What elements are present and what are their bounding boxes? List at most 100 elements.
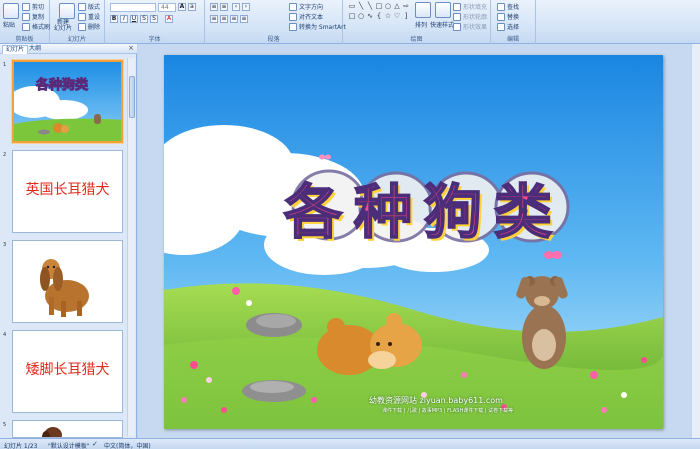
copy-button[interactable]: 复制 xyxy=(22,12,44,21)
shape-fill-button[interactable]: 形状填充 xyxy=(453,2,487,11)
select-button[interactable]: 选择 xyxy=(497,22,519,31)
thumb-number: 4 xyxy=(3,332,7,338)
reset-button[interactable]: 重设 xyxy=(78,12,100,21)
font-size-combo[interactable]: 44 xyxy=(158,3,176,12)
slides-label: 幻灯片 xyxy=(67,36,86,43)
new-slide-icon[interactable] xyxy=(59,3,75,19)
format-painter-button[interactable]: 格式刷 xyxy=(22,22,50,31)
slide-title[interactable]: 各种狗类 xyxy=(283,165,584,249)
shape-heart-icon[interactable]: ♡ xyxy=(393,12,401,20)
font-label: 字体 xyxy=(148,36,161,43)
align-center-icon[interactable]: ≡ xyxy=(220,15,228,23)
status-bar: 幻灯片 1/23 "默认设计模板" ✓ 中文(简体，中国) xyxy=(0,438,700,449)
grow-font-icon[interactable]: A xyxy=(178,3,186,11)
cut-button[interactable]: 剪切 xyxy=(22,2,44,11)
binoculars-icon xyxy=(497,2,505,11)
shape-arrow-icon[interactable]: ⇨ xyxy=(402,2,410,10)
shape-textbox-icon[interactable]: ▭ xyxy=(348,2,356,10)
bold-button[interactable]: B xyxy=(110,15,118,23)
slide-thumbnail-5[interactable] xyxy=(12,420,123,438)
brush-icon xyxy=(22,22,30,31)
shape-oval-icon[interactable]: ○ xyxy=(357,12,365,20)
quick-styles-button[interactable]: 快速样式 xyxy=(430,20,454,29)
spaniel-dog-icon xyxy=(40,259,89,317)
tab-slides[interactable]: 幻灯片 xyxy=(2,45,29,54)
thumb-number: 1 xyxy=(3,62,7,68)
replace-button[interactable]: 替换 xyxy=(497,12,519,21)
watermark-line-1: 幼教资源网站 ziyuan.baby611.com xyxy=(369,396,503,405)
fill-bucket-icon xyxy=(453,2,461,11)
shape-rect-icon[interactable]: □ xyxy=(375,2,383,10)
language-indicator: 中文(简体，中国) xyxy=(104,443,151,449)
thumbnail-scrollbar[interactable] xyxy=(127,58,135,436)
font-color-icon[interactable]: A xyxy=(165,15,173,23)
paste-button[interactable]: 粘贴 xyxy=(3,20,15,29)
text-direction-button[interactable]: 文字方向 xyxy=(289,2,323,11)
find-button[interactable]: 查找 xyxy=(497,2,519,11)
shape-effects-button[interactable]: 形状效果 xyxy=(453,22,487,31)
slide-counter: 幻灯片 1/23 xyxy=(4,443,38,449)
shape-bracket-icon[interactable]: ] xyxy=(402,12,410,20)
slides-group: 新建 幻灯片 版式 重设 删除 幻灯片 xyxy=(50,0,105,44)
font-name-combo[interactable] xyxy=(110,3,156,12)
shape-rect-icon[interactable]: □ xyxy=(348,12,356,20)
spellcheck-icon[interactable]: ✓ xyxy=(92,440,98,448)
align-text-icon xyxy=(289,12,297,21)
italic-button[interactable]: I xyxy=(120,15,128,23)
tab-outline[interactable]: 大纲 xyxy=(26,45,44,54)
shape-line-icon[interactable]: ╲ xyxy=(366,2,374,10)
strikethrough-button[interactable]: S xyxy=(140,15,148,23)
slide-thumbnail-4[interactable]: 矮脚长耳猎犬 xyxy=(12,330,123,413)
arrange-icon[interactable] xyxy=(415,2,431,18)
copy-icon xyxy=(22,12,30,21)
font-group: 44 A a B I U S S A 字体 xyxy=(105,0,205,44)
editing-group: 查找 替换 选择 编辑 xyxy=(491,0,536,44)
align-left-icon[interactable]: ≡ xyxy=(210,15,218,23)
current-slide[interactable]: 各种狗类 幼教资源网站 ziyuan.baby611.com 课件下载 | 儿歌… xyxy=(164,55,663,429)
increase-indent-icon[interactable]: › xyxy=(242,3,250,11)
align-right-icon[interactable]: ≡ xyxy=(230,15,238,23)
ribbon: 粘贴 剪切 复制 格式刷 剪贴板 新建 幻灯片 版式 重设 删除 幻灯片 44 … xyxy=(0,0,700,44)
numbering-icon[interactable]: ≡ xyxy=(220,3,228,11)
text-direction-icon xyxy=(289,2,297,11)
decrease-indent-icon[interactable]: ‹ xyxy=(232,3,240,11)
smartart-button[interactable]: 转换为 SmartArt xyxy=(289,22,346,31)
shape-star-icon[interactable]: ☆ xyxy=(384,12,392,20)
slide-vertical-scrollbar[interactable] xyxy=(691,44,700,438)
drawing-label: 绘图 xyxy=(410,36,423,43)
shape-oval-icon[interactable]: ○ xyxy=(384,2,392,10)
pen-icon xyxy=(453,12,461,21)
delete-slide-button[interactable]: 删除 xyxy=(78,22,100,31)
thumb-number: 2 xyxy=(3,152,7,158)
slide-thumbnail-1[interactable]: 各种狗类 xyxy=(12,60,123,143)
slide-thumbnail-3[interactable] xyxy=(12,240,123,323)
paragraph-label: 段落 xyxy=(267,36,280,43)
shape-triangle-icon[interactable]: △ xyxy=(393,2,401,10)
thumb-4-text: 矮脚长耳猎犬 xyxy=(25,362,110,378)
slide-thumbnail-2[interactable]: 英国长耳猎犬 xyxy=(12,150,123,233)
delete-icon xyxy=(78,22,86,31)
cursor-icon xyxy=(497,22,505,31)
shape-brace-icon[interactable]: { xyxy=(375,12,383,20)
underline-button[interactable]: U xyxy=(130,15,138,23)
theme-name: "默认设计模板" xyxy=(48,443,90,449)
scrollbar-thumb[interactable] xyxy=(129,76,135,118)
new-slide-button[interactable]: 新建 幻灯片 xyxy=(54,20,72,32)
align-text-button[interactable]: 对齐文本 xyxy=(289,12,323,21)
bullets-icon[interactable]: ≡ xyxy=(210,3,218,11)
shape-line-icon[interactable]: ╲ xyxy=(357,2,365,10)
drawing-group: ▭ ╲ ╲ □ ○ △ ⇨ □ ○ ∿ { ☆ ♡ ] 排列 快速样式 形状填充… xyxy=(343,0,491,44)
quick-styles-icon[interactable] xyxy=(435,2,451,18)
clipboard-label: 剪贴板 xyxy=(15,36,34,43)
smartart-icon xyxy=(289,22,297,31)
arrange-button[interactable]: 排列 xyxy=(415,20,427,29)
shrink-font-icon[interactable]: a xyxy=(188,3,196,11)
justify-icon[interactable]: ≡ xyxy=(240,15,248,23)
layout-button[interactable]: 版式 xyxy=(78,2,100,11)
shape-outline-button[interactable]: 形状轮廓 xyxy=(453,12,487,21)
dog-partial-icon xyxy=(42,427,62,437)
close-icon[interactable]: × xyxy=(128,44,134,52)
shape-curve-icon[interactable]: ∿ xyxy=(366,12,374,20)
shadow-button[interactable]: S xyxy=(150,15,158,23)
paste-icon[interactable] xyxy=(3,3,19,19)
